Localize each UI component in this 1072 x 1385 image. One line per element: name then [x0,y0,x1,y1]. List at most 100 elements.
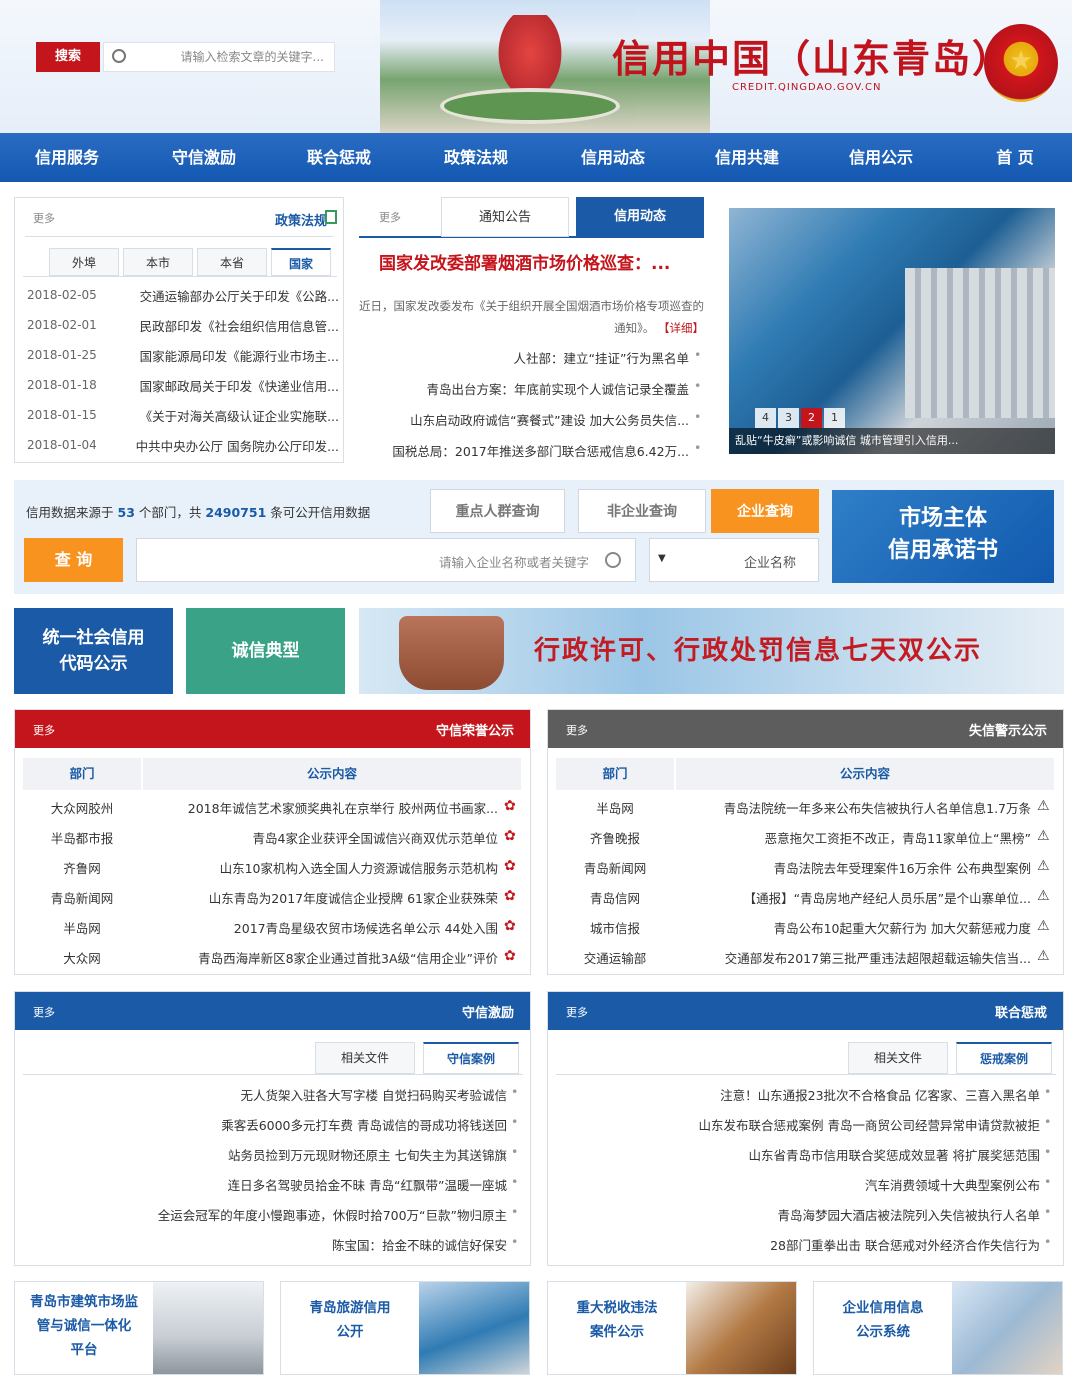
carousel-page-4[interactable]: 4 [755,408,776,428]
table-row-content[interactable]: 青岛法院统一年多来公布失信被执行人名单信息1.7万条 [676,798,1031,817]
market-credit-promise-link[interactable]: 市场主体 信用承诺书 [832,490,1054,583]
warning-icon: ⚠ [1037,888,1050,902]
tab-punish-docs[interactable]: 相关文件 [848,1042,948,1074]
search-button[interactable]: 搜索 [36,42,100,72]
tax-violation-card[interactable]: 重大税收违法 案件公示 [547,1281,797,1375]
dishonest-more-link[interactable]: 更多 [566,722,588,738]
list-item-link[interactable]: 乘客丢6000多元打车费 青岛诚信的哥成功将钱送回 [25,1115,507,1134]
tab-incentive-docs[interactable]: 相关文件 [315,1042,415,1074]
list-item-link[interactable]: 青岛海梦园大酒店被法院列入失信被执行人名单 [558,1205,1040,1224]
query-button[interactable]: 查 询 [24,538,123,582]
tab-incentive-cases[interactable]: 守信案例 [423,1042,519,1074]
policy-more-link[interactable]: 更多 [33,210,55,226]
list-item-link[interactable]: 山东发布联合惩戒案例 青岛一商贸公司经营异常申请贷款被拒 [558,1115,1040,1134]
key-group-query-button[interactable]: 重点人群查询 [430,489,565,533]
nav-policy[interactable]: 政策法规 [409,133,543,182]
table-row-content[interactable]: 交通部发布2017第三批严重违法超限超载运输失信当... [676,948,1031,967]
list-item-link[interactable]: 28部门重拳出击 联合惩戒对外经济合作失信行为 [558,1235,1040,1254]
nav-credit-news[interactable]: 信用动态 [546,133,680,182]
nav-service[interactable]: 信用服务 [0,133,134,182]
warning-icon: ⚠ [1037,948,1050,962]
carousel-page-3[interactable]: 3 [778,408,799,428]
tab-city[interactable]: 本市 [123,248,193,276]
table-row-dept: 城市信报 [589,921,640,936]
unified-code-tile[interactable]: 统一社会信用 代码公示 [14,608,173,694]
policy-item-link[interactable]: 国家能源局印发《能源行业市场主... [107,346,339,365]
carousel-page-2[interactable]: 2 [801,408,822,428]
nav-home[interactable]: 首 页 [948,133,1072,182]
table-row-content[interactable]: 山东青岛为2017年度诚信企业授牌 61家企业获殊荣 [143,888,498,907]
nav-incentive[interactable]: 守信激励 [137,133,271,182]
carousel-caption[interactable]: 乱贴“牛皮癣”或影响诚信 城市管理引入信用... [729,428,1055,454]
tab-punish-cases[interactable]: 惩戒案例 [956,1042,1052,1074]
non-enterprise-query-button[interactable]: 非企业查询 [578,489,706,533]
policy-date: 2018-01-04 [27,438,97,452]
tab-other[interactable]: 外埠 [49,248,119,276]
news-carousel[interactable]: 1 2 3 4 乱贴“牛皮癣”或影响诚信 城市管理引入信用... [729,208,1055,454]
list-item-link[interactable]: 全运会冠军的年度小慢跑事迹，休假时拾700万“巨款”物归原主 [25,1205,507,1224]
tab-province[interactable]: 本省 [197,248,267,276]
table-row-content[interactable]: 【通报】“青岛房地产经纪人员乐居”是个山寨单位... [676,888,1031,907]
warning-icon: ⚠ [1037,798,1050,812]
table-row-content[interactable]: 恶意拖欠工资拒不改正，青岛11家单位上“黑榜” [676,828,1031,847]
list-item-link[interactable]: 连日多名驾驶员拾金不昧 青岛“红飘带”温暖一座城 [25,1175,507,1194]
tab-credit-news[interactable]: 信用动态 [576,197,704,237]
headline[interactable]: 国家发改委部署烟酒市场价格巡查：... [379,249,670,274]
table-row-content[interactable]: 青岛西海岸新区8家企业通过首批3A级“信用企业”评价 [143,948,498,967]
bullet-icon: • [1044,1114,1052,1129]
dishonest-panel: 失信警示公示 更多 公示内容 部门 ⚠ 青岛法院统一年多来公布失信被执行人名单信息… [547,709,1064,975]
nav-credit-publicity[interactable]: 信用公示 [814,133,948,182]
list-item-link[interactable]: 注意！山东通报23批次不合格食品 亿客家、三喜入黑名单 [558,1085,1040,1104]
construction-market-card[interactable]: 青岛市建筑市场监 管与诚信一体化 平台 [14,1281,264,1375]
table-row-content[interactable]: 青岛法院去年受理案件16万余件 公布典型案例 [676,858,1031,877]
enterprise-query-button[interactable]: 企业查询 [711,489,819,533]
honest-more-link[interactable]: 更多 [33,722,55,738]
enterprise-credit-system-card[interactable]: 企业信用信息 公示系统 [813,1281,1063,1375]
integrity-typical-tile[interactable]: 诚信典型 [186,608,345,694]
table-row-dept: 青岛新闻网 [583,861,647,876]
col-dept: 部门 [23,758,141,790]
dynamics-item-link[interactable]: 青岛出台方案：年底前实现个人诚信记录全覆盖 [359,379,689,398]
incentive-more-link[interactable]: 更多 [33,1004,55,1020]
list-item-link[interactable]: 山东省青岛市信用联合奖惩成效显著 将扩展奖惩范围 [558,1145,1040,1164]
dynamics-more-link[interactable]: 更多 [379,209,401,225]
nav-joint-punish[interactable]: 联合惩戒 [272,133,406,182]
bullet-icon: • [694,347,702,362]
table-row-content[interactable]: 青岛公布10起重大欠薪行为 加大欠薪惩戒力度 [676,918,1031,937]
policy-item-link[interactable]: 中共中央办公厅 国务院办公厅印发... [107,436,339,455]
table-row-dept: 齐鲁晚报 [589,831,640,846]
table-row-content[interactable]: 2018年诚信艺术家颁奖典礼在京举行 胶州两位书画家... [143,798,498,817]
carousel-page-1[interactable]: 1 [824,408,845,428]
list-item-link[interactable]: 陈宝国：拾金不昧的诚信好保安 [25,1235,507,1254]
policy-item-link[interactable]: 民政部印发《社会组织信用信息管... [107,316,339,335]
query-input[interactable]: 请输入企业名称或者关键字 [136,538,636,582]
policy-item-link[interactable]: 《关于对海关高级认证企业实施联... [107,406,339,425]
joint-punish-more-link[interactable]: 更多 [566,1004,588,1020]
list-item-link[interactable]: 无人货架入驻各大写字楼 自觉扫码购买考验诚信 [25,1085,507,1104]
award-ribbon-icon: ✿ [504,948,516,962]
dynamics-item-link[interactable]: 人社部：建立“挂证”行为黑名单 [359,348,689,367]
dynamics-item-link[interactable]: 山东启动政府诚信“赛餐式”建设 加大公务员失信... [359,410,689,429]
table-row-content[interactable]: 山东10家机构入选全国人力资源诚信服务示范机构 [143,858,498,877]
search-placeholder: 请输入检索文章的关键字... [180,50,324,64]
list-item-link[interactable]: 站务员捡到万元现财物还原主 七旬失主为其送锦旗 [25,1145,507,1164]
list-item-link[interactable]: 汽车消费领域十大典型案例公布 [558,1175,1040,1194]
award-ribbon-icon: ✿ [504,858,516,872]
tourism-credit-card[interactable]: 青岛旅游信用 公开 [280,1281,530,1375]
nav-credit-cobuild[interactable]: 信用共建 [680,133,814,182]
honest-title: 守信荣誉公示 [435,724,514,739]
query-type-select[interactable]: ▼ 企业名称 [649,538,819,582]
policy-item-link[interactable]: 国家邮政局关于印发《快递业信用... [107,376,339,395]
table-row-content[interactable]: 2017青岛星级农贸市场候选名单公示 44处入围 [143,918,498,937]
detail-link[interactable]: 【详细】 [658,321,704,335]
search-input[interactable]: 请输入检索文章的关键字... [103,42,335,72]
policy-date: 2018-02-05 [27,288,97,302]
tab-notices[interactable]: 通知公告 [441,197,569,237]
double-publicity-banner[interactable]: 行政许可、行政处罚信息七天双公示 [359,608,1064,694]
bullet-icon: • [694,378,702,393]
bullet-icon: • [694,409,702,424]
tab-national[interactable]: 国家 [271,248,331,276]
dynamics-item-link[interactable]: 国税总局：2017年推送多部门联合惩戒信息6.42万... [359,441,689,460]
policy-item-link[interactable]: 交通运输部办公厅关于印发《公路... [107,286,339,305]
table-row-content[interactable]: 青岛4家企业获评全国诚信兴商双优示范单位 [143,828,498,847]
